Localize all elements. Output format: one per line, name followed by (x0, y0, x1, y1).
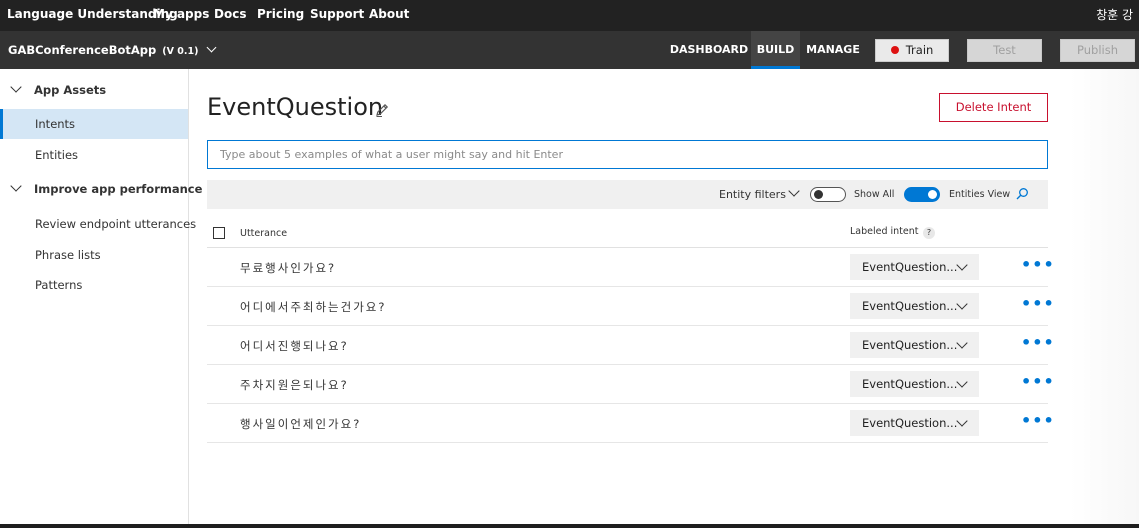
entities-view-toggle[interactable] (904, 187, 940, 202)
intent-value: EventQuestion... (862, 260, 958, 274)
app-version: (V 0.1) (162, 46, 199, 57)
chevron-down-icon (10, 180, 22, 192)
nav-link-pricing[interactable]: Pricing (257, 7, 304, 21)
select-all-checkbox[interactable] (213, 227, 225, 239)
utterance-text: 주차지원은되나요? (240, 378, 349, 392)
table-header: Utterance Labeled intent ? (207, 222, 1048, 248)
intent-value: EventQuestion... (862, 416, 958, 430)
tab-dashboard[interactable]: DASHBOARD (669, 31, 749, 69)
page-title: EventQuestion (207, 93, 384, 121)
more-options-icon[interactable]: ••• (1021, 413, 1055, 429)
table-row[interactable]: 주차지원은되나요? EventQuestion... ••• (207, 365, 1054, 404)
chevron-down-icon[interactable] (788, 185, 800, 197)
sidebar-item-intents[interactable]: Intents (0, 109, 188, 139)
show-all-label: Show All (854, 189, 895, 200)
sidebar-item-review-endpoint-utterances[interactable]: Review endpoint utterances (0, 209, 196, 239)
app-bar: GABConferenceBotApp (V 0.1) DASHBOARD BU… (0, 31, 1139, 69)
train-label: Train (905, 43, 934, 57)
nav-link-about[interactable]: About (369, 7, 409, 21)
more-options-icon[interactable]: ••• (1021, 374, 1055, 390)
test-button[interactable]: Test (967, 39, 1042, 62)
table-row[interactable]: 어디에서주최하는건가요? EventQuestion... ••• (207, 287, 1054, 326)
intent-dropdown[interactable]: EventQuestion... (850, 254, 979, 280)
sidebar: App Assets Intents Entities Improve app … (0, 69, 202, 528)
sidebar-item-label: Patterns (35, 278, 83, 292)
taskbar-strip (0, 524, 1139, 528)
chevron-down-icon (956, 415, 968, 427)
chevron-down-icon (956, 376, 968, 388)
intent-dropdown[interactable]: EventQuestion... (850, 410, 979, 436)
intent-value: EventQuestion... (862, 377, 958, 391)
intent-value: EventQuestion... (862, 338, 958, 352)
more-options-icon[interactable]: ••• (1021, 335, 1055, 351)
nav-link-my-apps[interactable]: My apps (153, 7, 209, 21)
nav-link-docs[interactable]: Docs (214, 7, 246, 21)
toggle-knob (814, 190, 823, 199)
column-header-labeled-intent[interactable]: Labeled intent (850, 226, 919, 237)
train-status-dot-icon (890, 46, 899, 54)
chevron-down-icon (956, 337, 968, 349)
chevron-down-icon (10, 81, 22, 93)
toggle-knob (928, 190, 937, 199)
entities-view-label: Entities View (949, 189, 1011, 200)
table-row[interactable]: 행사일이언제인가요? EventQuestion... ••• (207, 404, 1054, 443)
intent-value: EventQuestion... (862, 299, 958, 313)
sidebar-item-label: Entities (35, 148, 79, 162)
utterance-text: 어디에서주최하는건가요? (240, 300, 387, 314)
pencil-icon[interactable] (374, 102, 390, 118)
chevron-down-icon (207, 42, 217, 53)
sidebar-section-label: App Assets (34, 83, 107, 97)
utterance-text: 어디서진행되나요? (240, 339, 349, 353)
help-icon[interactable]: ? (923, 227, 935, 239)
column-header-utterance[interactable]: Utterance (240, 228, 287, 239)
publish-button[interactable]: Publish (1060, 39, 1135, 62)
sidebar-item-label: Review endpoint utterances (35, 217, 197, 231)
sidebar-section-label: Improve app performance (34, 182, 203, 196)
nav-link-support[interactable]: Support (310, 7, 364, 21)
filter-bar: Entity filters Show All Entities View (207, 180, 1048, 209)
sidebar-item-label: Phrase lists (35, 248, 101, 262)
more-options-icon[interactable]: ••• (1021, 257, 1055, 273)
utterance-input[interactable] (207, 140, 1048, 169)
user-name[interactable]: 창훈 강 (1096, 6, 1133, 23)
sidebar-section-improve-app-performance[interactable]: Improve app performance (0, 174, 202, 204)
train-button[interactable]: Train (875, 39, 949, 62)
search-icon[interactable] (1015, 187, 1029, 201)
utterance-text: 행사일이언제인가요? (240, 417, 362, 431)
app-name: GABConferenceBotApp (8, 43, 157, 57)
entity-filters-label[interactable]: Entity filters (719, 188, 786, 201)
sidebar-item-phrase-lists[interactable]: Phrase lists (0, 240, 188, 270)
tab-build[interactable]: BUILD (751, 31, 800, 69)
chevron-down-icon (956, 298, 968, 310)
chevron-down-icon (956, 259, 968, 271)
sidebar-section-app-assets[interactable]: App Assets (0, 75, 188, 105)
app-selector[interactable]: GABConferenceBotApp (V 0.1) (8, 42, 217, 57)
intent-dropdown[interactable]: EventQuestion... (850, 371, 979, 397)
sidebar-item-label: Intents (35, 117, 76, 131)
page-edge-shadow (1070, 69, 1139, 528)
delete-intent-button[interactable]: Delete Intent (939, 93, 1048, 122)
intent-dropdown[interactable]: EventQuestion... (850, 332, 979, 358)
utterance-text: 무료행사인가요? (240, 261, 337, 275)
intent-dropdown[interactable]: EventQuestion... (850, 293, 979, 319)
table-row[interactable]: 무료행사인가요? EventQuestion... ••• (207, 248, 1054, 287)
more-options-icon[interactable]: ••• (1021, 296, 1055, 312)
sidebar-item-entities[interactable]: Entities (0, 140, 188, 170)
top-nav: Language Understanding My apps Docs Pric… (0, 0, 1139, 31)
show-all-toggle[interactable] (810, 187, 846, 202)
table-row[interactable]: 어디서진행되나요? EventQuestion... ••• (207, 326, 1054, 365)
tab-manage[interactable]: MANAGE (803, 31, 863, 69)
sidebar-item-patterns[interactable]: Patterns (0, 270, 188, 300)
